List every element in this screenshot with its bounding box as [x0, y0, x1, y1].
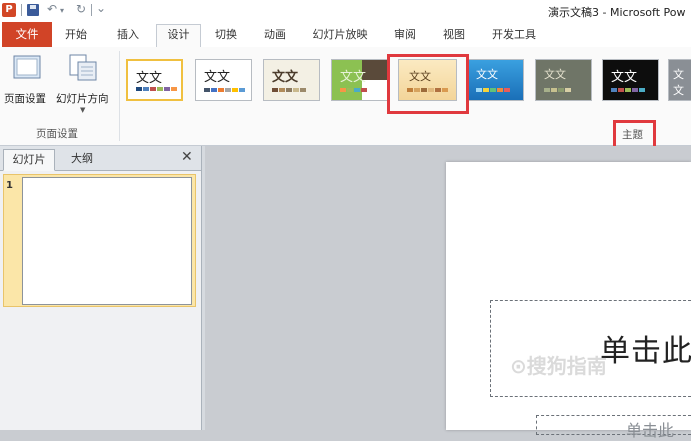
group-separator	[119, 51, 120, 141]
qat-separator	[91, 4, 92, 16]
theme-9[interactable]: 文文	[668, 59, 691, 101]
panel-tab-bar: 幻灯片 大纲 ✕	[0, 146, 201, 171]
page-setup-icon	[13, 55, 41, 79]
slide-thumbnail[interactable]	[22, 177, 192, 305]
slide-orientation-icon	[69, 54, 97, 81]
page-setup-button[interactable]: 页面设置	[2, 51, 52, 109]
theme-swatches	[611, 88, 646, 92]
theme-7[interactable]: 文文	[535, 59, 592, 101]
theme-preview-text: 文文	[204, 70, 231, 85]
theme-swatches	[136, 87, 178, 91]
tab-design[interactable]: 设计	[156, 24, 201, 48]
close-icon[interactable]: ✕	[181, 149, 193, 165]
page-setup-group-label: 页面设置	[36, 128, 78, 140]
title-bar: P ↶ ▾ ↻ ⌄ 演示文稿3 - Microsoft Pow	[0, 0, 691, 22]
theme-2[interactable]: 文文	[195, 59, 252, 101]
tab-insert[interactable]: 插入	[110, 25, 146, 46]
theme-preview-text: 文文	[272, 70, 299, 85]
undo-dropdown-icon[interactable]: ▾	[60, 6, 64, 15]
page-setup-label: 页面设置	[4, 93, 46, 105]
window-title: 演示文稿3 - Microsoft Pow	[548, 6, 686, 19]
theme-swatches	[340, 88, 368, 92]
tab-home[interactable]: 开始	[56, 25, 96, 46]
highlight-selected-theme	[387, 54, 469, 114]
theme-swatches	[272, 88, 307, 92]
tab-review[interactable]: 审阅	[385, 25, 425, 46]
theme-6[interactable]: 文文	[467, 59, 524, 101]
qat-separator	[21, 4, 22, 16]
theme-office[interactable]: 文文	[126, 59, 183, 101]
slide-orientation-label: 幻灯片方向	[56, 93, 109, 105]
theme-preview-text: 文文	[136, 71, 163, 86]
tab-developer[interactable]: 开发工具	[482, 25, 546, 46]
chevron-down-icon: ▼	[80, 106, 86, 114]
redo-icon[interactable]: ↻	[76, 2, 86, 16]
theme-preview-text: 文文	[611, 70, 638, 85]
theme-preview-text: 文文	[476, 68, 498, 81]
theme-swatches	[476, 88, 511, 92]
save-icon[interactable]	[27, 4, 39, 16]
customize-qat-icon[interactable]: ⌄	[96, 1, 106, 15]
design-ribbon: 页面设置 幻灯片方向 ▼ 页面设置 文文 文文 文文 文文 文文 文文 文文 文…	[0, 47, 691, 146]
tab-view[interactable]: 视图	[434, 25, 474, 46]
tab-file[interactable]: 文件	[2, 22, 52, 47]
tab-transitions[interactable]: 切换	[206, 25, 246, 46]
theme-preview-text: 文文	[340, 70, 367, 85]
powerpoint-app-icon[interactable]: P	[2, 3, 16, 17]
theme-preview-text: 文文	[673, 68, 684, 97]
undo-icon[interactable]: ↶	[47, 2, 57, 16]
tab-slideshow[interactable]: 幻灯片放映	[303, 25, 377, 46]
subtitle-placeholder-text: 单击此	[626, 421, 675, 440]
theme-preview-text: 文文	[544, 68, 566, 81]
theme-swatches	[544, 88, 572, 92]
slide-number: 1	[6, 180, 13, 191]
theme-4[interactable]: 文文	[331, 59, 388, 101]
title-placeholder-text: 单击此	[600, 334, 691, 369]
tab-slides[interactable]: 幻灯片	[3, 149, 55, 171]
theme-8[interactable]: 文文	[602, 59, 659, 101]
tab-outline[interactable]: 大纲	[56, 149, 108, 169]
tab-animations[interactable]: 动画	[255, 25, 295, 46]
watermark: ⊙搜狗指南	[510, 354, 607, 378]
theme-3[interactable]: 文文	[263, 59, 320, 101]
ribbon-tab-bar: 开始 插入 设计 切换 动画 幻灯片放映 审阅 视图 开发工具	[0, 22, 691, 48]
slide-orientation-button[interactable]: 幻灯片方向 ▼	[54, 51, 114, 119]
theme-swatches	[204, 88, 246, 92]
slides-panel: 幻灯片 大纲 ✕ 1	[0, 146, 202, 430]
